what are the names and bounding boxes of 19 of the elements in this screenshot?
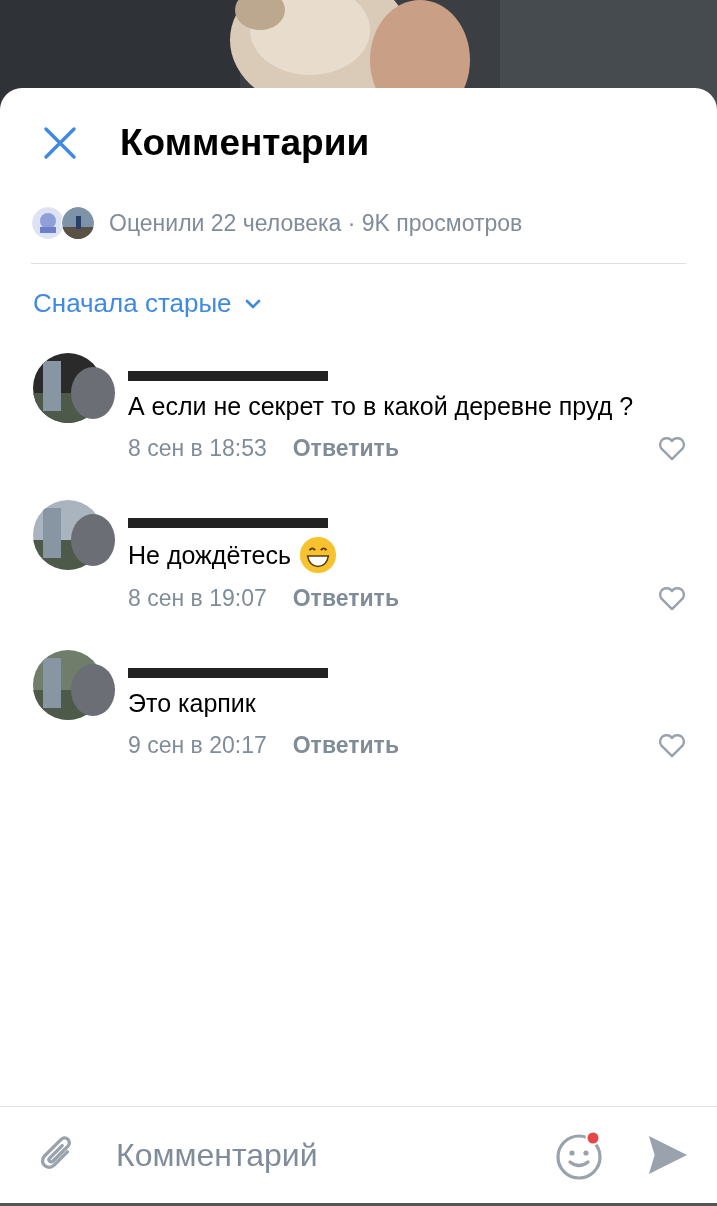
comment-input[interactable]: Комментарий — [114, 1135, 555, 1175]
grinning-emoji-icon — [298, 536, 337, 574]
likes-summary[interactable]: Оценили 22 человека · 9K просмотров — [109, 209, 523, 237]
comment-text: Не дождётесь — [128, 539, 291, 571]
like-heart-icon[interactable] — [657, 731, 687, 759]
reply-link[interactable]: Ответить — [292, 434, 400, 462]
comment-text: А если не секрет то в какой деревне пруд ? — [128, 391, 634, 422]
reply-link[interactable]: Ответить — [292, 584, 400, 612]
send-icon[interactable] — [647, 1134, 689, 1176]
comment-time: 9 сен в 20:17 — [128, 731, 267, 759]
reply-link[interactable]: Ответить — [292, 731, 400, 759]
comment-text: Это карпик — [128, 688, 256, 719]
chevron-down-icon — [243, 297, 262, 310]
sort-dropdown[interactable]: Сначала старые — [33, 288, 262, 319]
comment-time: 8 сен в 19:07 — [128, 584, 267, 612]
like-heart-icon[interactable] — [657, 434, 687, 462]
comment-time: 8 сен в 18:53 — [128, 434, 267, 462]
like-heart-icon[interactable] — [657, 584, 687, 612]
sheet-title: Комментарии — [120, 122, 370, 164]
